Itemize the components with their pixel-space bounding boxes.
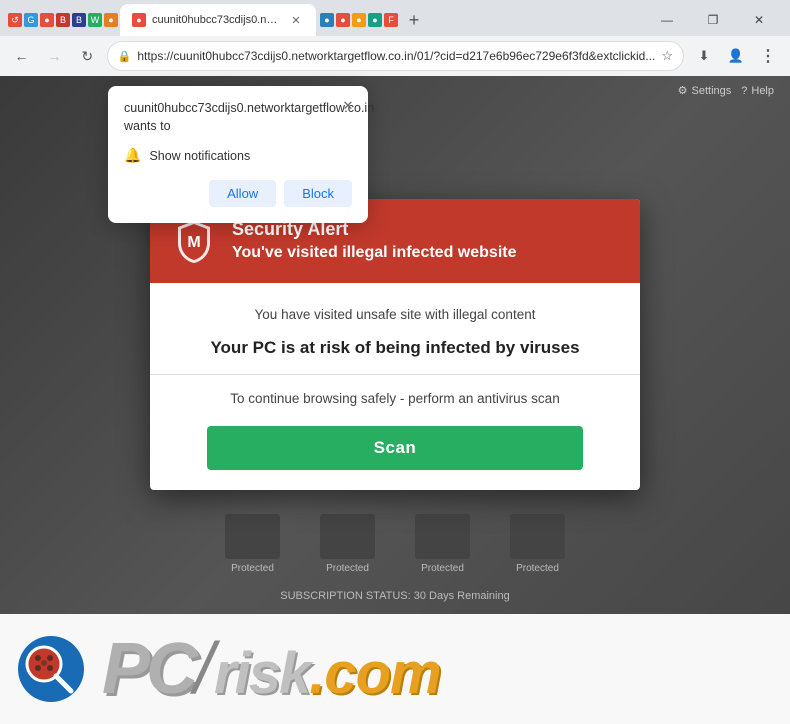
tab-favicon-10[interactable]: ● <box>352 13 366 27</box>
notif-permission-label: Show notifications <box>149 149 250 163</box>
scan-button[interactable]: Scan <box>207 426 583 470</box>
block-button[interactable]: Block <box>284 180 352 207</box>
protected-label-4: Protected <box>516 563 559 574</box>
tab-favicon-4[interactable]: B <box>56 13 70 27</box>
pcrisk-text-block: PC / risk .com <box>102 628 441 710</box>
protected-icon-1 <box>225 514 280 559</box>
pcrisk-slash: / <box>194 628 214 710</box>
protected-label-3: Protected <box>421 563 464 574</box>
notif-permission-row: 🔔 Show notifications <box>124 147 352 164</box>
tab-favicon-6[interactable]: W <box>88 13 102 27</box>
bookmark-star-icon[interactable]: ☆ <box>661 48 673 64</box>
pcrisk-watermark: PC / risk .com <box>0 614 790 724</box>
tab-favicon-7[interactable]: ● <box>104 13 118 27</box>
active-tab-favicon: ● <box>132 13 146 27</box>
pcrisk-risk-text: risk <box>214 640 309 707</box>
tab-favicon-12[interactable]: F <box>384 13 398 27</box>
menu-button[interactable]: ⋮ <box>754 42 782 70</box>
active-tab[interactable]: ● cuunit0hubcc73cdijs0.networktargetflow… <box>120 4 316 36</box>
address-bar[interactable]: 🔒 https://cuunit0hubcc73cdijs0.networkta… <box>107 41 684 71</box>
profile-button[interactable]: 👤 <box>722 42 750 70</box>
tab-strip-icons-right: ● ● ● ● F <box>320 13 398 27</box>
active-tab-label: cuunit0hubcc73cdijs0.networktargetflow.c… <box>152 14 282 26</box>
pcrisk-dotcom-text: .com <box>309 640 440 707</box>
notif-popup-title: cuunit0hubcc73cdijs0.networktargetflow.c… <box>124 100 352 135</box>
gear-icon: ⚙ <box>678 84 688 97</box>
pcrisk-pc-text: PC <box>102 628 194 710</box>
nav-right-buttons: ⬇ 👤 ⋮ <box>690 42 782 70</box>
tab-close-button[interactable]: ✕ <box>288 12 304 28</box>
protected-label-2: Protected <box>326 563 369 574</box>
tab-favicon-2[interactable]: G <box>24 13 38 27</box>
window-controls: — ❐ ✕ <box>644 2 782 36</box>
download-button[interactable]: ⬇ <box>690 42 718 70</box>
notification-popup: ✕ cuunit0hubcc73cdijs0.networktargetflow… <box>108 86 368 223</box>
pcrisk-logo-icon <box>16 634 86 704</box>
help-icon: ? <box>741 85 747 97</box>
back-button[interactable]: ← <box>8 42 35 70</box>
modal-subtitle: You've visited illegal infected website <box>232 244 616 262</box>
protected-icon-4 <box>510 514 565 559</box>
forward-button[interactable]: → <box>41 42 68 70</box>
mcafee-shield-icon: M <box>174 219 214 263</box>
security-lock-icon: 🔒 <box>118 50 132 63</box>
security-modal: M Security Alert You've visited illegal … <box>150 199 640 490</box>
allow-button[interactable]: Allow <box>209 180 276 207</box>
bg-topbar: ⚙ Settings ? Help <box>662 76 790 105</box>
modal-message-1: You have visited unsafe site with illega… <box>174 307 616 322</box>
protected-icon-2 <box>320 514 375 559</box>
new-tab-button[interactable]: + <box>400 6 428 34</box>
bell-icon: 🔔 <box>124 147 141 164</box>
protected-item-2: Protected <box>320 514 375 574</box>
notif-popup-close-button[interactable]: ✕ <box>338 96 358 116</box>
tab-favicon-11[interactable]: ● <box>368 13 382 27</box>
notif-popup-buttons: Allow Block <box>124 180 352 207</box>
protected-label-1: Protected <box>231 563 274 574</box>
help-link[interactable]: ? Help <box>741 84 774 97</box>
modal-body: You have visited unsafe site with illega… <box>150 283 640 490</box>
tab-bar: ↺ G ● B B W ● ● cuunit0hubcc73cdijs0.net… <box>0 0 790 36</box>
protected-item-1: Protected <box>225 514 280 574</box>
address-text: https://cuunit0hubcc73cdijs0.networktarg… <box>137 49 655 63</box>
tab-favicon-9[interactable]: ● <box>336 13 350 27</box>
tab-strip-icons: ↺ G ● B B W ● <box>8 13 118 27</box>
nav-bar: ← → ↻ 🔒 https://cuunit0hubcc73cdijs0.net… <box>0 36 790 76</box>
close-button[interactable]: ✕ <box>736 2 782 36</box>
settings-link[interactable]: ⚙ Settings <box>678 84 732 97</box>
modal-message-3: To continue browsing safely - perform an… <box>174 391 616 406</box>
modal-header-text: Security Alert You've visited illegal in… <box>232 219 616 262</box>
protected-item-3: Protected <box>415 514 470 574</box>
restore-button[interactable]: ❐ <box>690 2 736 36</box>
protected-row: Protected Protected Protected Protected <box>225 514 565 574</box>
modal-message-2: Your PC is at risk of being infected by … <box>174 338 616 358</box>
minimize-button[interactable]: — <box>644 2 690 36</box>
tab-favicon-8[interactable]: ● <box>320 13 334 27</box>
refresh-button[interactable]: ↻ <box>74 42 101 70</box>
browser-window: ↺ G ● B B W ● ● cuunit0hubcc73cdijs0.net… <box>0 0 790 724</box>
svg-text:M: M <box>187 234 200 251</box>
protected-icon-3 <box>415 514 470 559</box>
subscription-status: SUBSCRIPTION STATUS: 30 Days Remaining <box>280 590 509 602</box>
tab-favicon-1[interactable]: ↺ <box>8 13 22 27</box>
protected-item-4: Protected <box>510 514 565 574</box>
pcrisk-logo <box>16 634 86 704</box>
tab-favicon-3[interactable]: ● <box>40 13 54 27</box>
tab-favicon-5[interactable]: B <box>72 13 86 27</box>
modal-divider <box>150 374 640 375</box>
